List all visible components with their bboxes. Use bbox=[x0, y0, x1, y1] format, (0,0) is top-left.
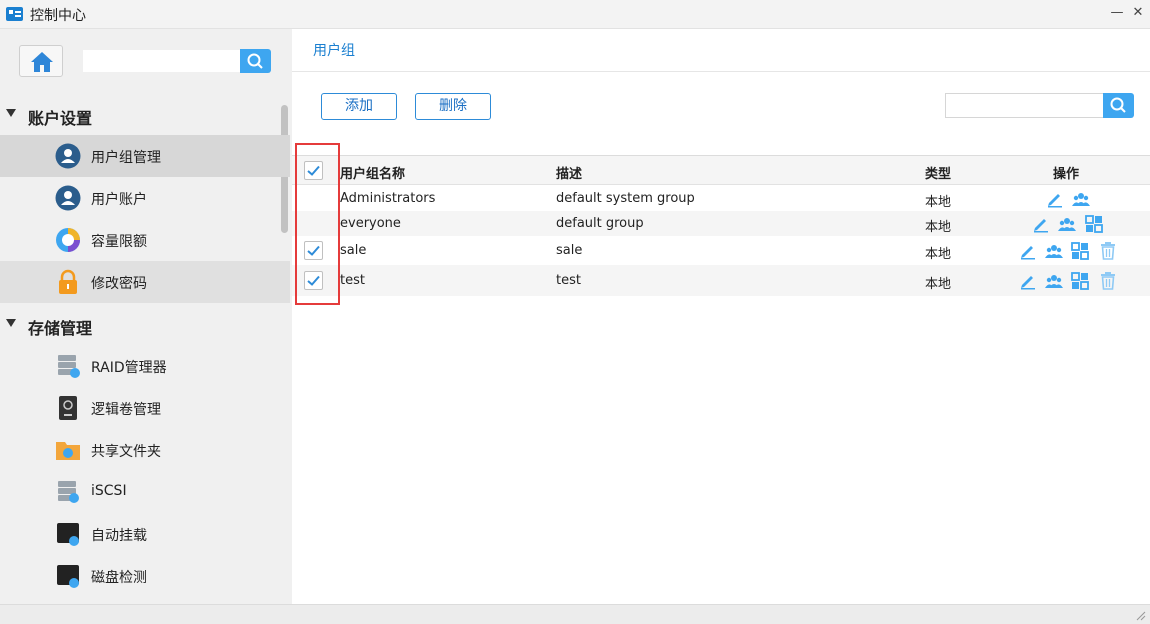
sidebar-item-label: iSCSI bbox=[91, 483, 127, 499]
group-type: 本地 bbox=[925, 195, 952, 210]
sidebar-search-button[interactable] bbox=[240, 49, 271, 73]
sidebar-item-label: 磁盘检测 bbox=[91, 570, 147, 586]
raid-icon bbox=[58, 355, 80, 378]
divider bbox=[292, 71, 1150, 72]
iscsi-icon bbox=[58, 481, 79, 503]
sidebar-item-label: 用户组管理 bbox=[91, 150, 161, 166]
control-center-icon bbox=[6, 7, 23, 21]
shared-folder-icon bbox=[56, 442, 80, 460]
delete-button[interactable]: 删除 bbox=[415, 93, 491, 120]
page-title: 用户组 bbox=[313, 43, 355, 59]
sidebar-item-label: 容量限额 bbox=[91, 234, 147, 250]
group-description: sale bbox=[556, 243, 583, 258]
sidebar-item-iscsi[interactable]: iSCSI bbox=[0, 471, 290, 513]
checkbox-highlight-box bbox=[295, 143, 340, 305]
collapse-triangle-icon bbox=[6, 319, 16, 327]
sidebar-item-quota[interactable]: 容量限额 bbox=[0, 219, 290, 261]
group-description: default system group bbox=[556, 191, 695, 206]
sidebar-item-label: 修改密码 bbox=[91, 276, 147, 292]
sidebar-item-logical-volume[interactable]: 逻辑卷管理 bbox=[0, 387, 290, 429]
sidebar: 账户设置 用户组管理 用户账户 容量限额 修改密码 存储管理 RAID管理器 逻… bbox=[0, 29, 292, 604]
user-group-icon bbox=[55, 143, 81, 169]
group-search-input[interactable] bbox=[945, 93, 1103, 118]
close-icon[interactable]: ✕ bbox=[1129, 4, 1147, 22]
edit-icon[interactable] bbox=[1032, 215, 1050, 233]
table-header: 用户组名称 描述 类型 操作 bbox=[292, 155, 1150, 185]
column-header-type[interactable]: 类型 bbox=[925, 163, 951, 182]
lvm-icon bbox=[59, 396, 77, 420]
group-description: default group bbox=[556, 216, 644, 231]
permissions-icon[interactable] bbox=[1085, 215, 1103, 233]
title-bar: 控制中心 — ✕ bbox=[0, 0, 1150, 29]
quota-pie-icon bbox=[56, 228, 80, 252]
sidebar-item-label: 用户账户 bbox=[91, 192, 147, 208]
column-header-description[interactable]: 描述 bbox=[556, 163, 582, 182]
lock-icon bbox=[59, 269, 77, 294]
add-button[interactable]: 添加 bbox=[321, 93, 397, 120]
collapse-triangle-icon bbox=[6, 109, 16, 117]
permissions-icon[interactable] bbox=[1071, 242, 1089, 260]
table-row[interactable]: sale sale 本地 bbox=[292, 236, 1150, 265]
sidebar-item-raid-manager[interactable]: RAID管理器 bbox=[0, 345, 290, 387]
group-name: sale bbox=[340, 243, 367, 258]
group-description: test bbox=[556, 273, 581, 288]
window-title: 控制中心 bbox=[30, 8, 86, 24]
sidebar-item-disk-check[interactable]: 磁盘检测 bbox=[0, 555, 290, 597]
status-bar bbox=[0, 604, 1150, 624]
sidebar-item-label: 逻辑卷管理 bbox=[91, 402, 161, 418]
table-row[interactable]: Administrators default system group 本地 bbox=[292, 186, 1150, 211]
trash-icon[interactable] bbox=[1099, 272, 1117, 290]
group-name: Administrators bbox=[340, 191, 436, 206]
permissions-icon[interactable] bbox=[1071, 272, 1089, 290]
edit-icon[interactable] bbox=[1046, 190, 1064, 208]
section-storage-management[interactable]: 存储管理 bbox=[0, 305, 290, 345]
sidebar-item-auto-mount[interactable]: 自动挂载 bbox=[0, 513, 290, 555]
edit-icon[interactable] bbox=[1019, 272, 1037, 290]
table-row[interactable]: everyone default group 本地 bbox=[292, 211, 1150, 236]
resize-grip-icon[interactable] bbox=[1134, 609, 1146, 621]
group-search-button[interactable] bbox=[1103, 93, 1134, 118]
sidebar-item-change-password[interactable]: 修改密码 bbox=[0, 261, 290, 303]
trash-icon[interactable] bbox=[1099, 242, 1117, 260]
group-name: test bbox=[340, 273, 365, 288]
column-header-actions: 操作 bbox=[1053, 167, 1080, 182]
search-icon bbox=[247, 53, 263, 69]
section-label: 账户设置 bbox=[28, 109, 93, 128]
table-row[interactable]: test test 本地 bbox=[292, 265, 1150, 296]
disk-check-icon bbox=[57, 565, 79, 588]
search-icon bbox=[1110, 97, 1126, 113]
group-type: 本地 bbox=[925, 247, 952, 262]
sidebar-item-label: RAID管理器 bbox=[91, 360, 167, 376]
edit-icon[interactable] bbox=[1019, 242, 1037, 260]
members-icon[interactable] bbox=[1045, 242, 1063, 260]
minimize-icon[interactable]: — bbox=[1108, 4, 1126, 22]
sidebar-item-user-group-management[interactable]: 用户组管理 bbox=[0, 135, 290, 177]
sidebar-item-label: 共享文件夹 bbox=[91, 444, 161, 460]
sidebar-item-shared-folder[interactable]: 共享文件夹 bbox=[0, 429, 290, 471]
sidebar-search-input[interactable] bbox=[83, 50, 241, 72]
sidebar-item-label: 自动挂载 bbox=[91, 528, 147, 544]
group-name: everyone bbox=[340, 216, 401, 231]
members-icon[interactable] bbox=[1058, 215, 1076, 233]
home-button[interactable] bbox=[19, 45, 63, 77]
section-account-settings[interactable]: 账户设置 bbox=[0, 95, 290, 135]
home-icon bbox=[31, 52, 53, 72]
members-icon[interactable] bbox=[1072, 190, 1090, 208]
group-type: 本地 bbox=[925, 220, 952, 235]
auto-mount-icon bbox=[57, 523, 79, 546]
section-label: 存储管理 bbox=[28, 319, 93, 338]
column-header-name[interactable]: 用户组名称 bbox=[340, 163, 405, 182]
user-account-icon bbox=[55, 185, 81, 211]
sidebar-item-user-account[interactable]: 用户账户 bbox=[0, 177, 290, 219]
main-panel: 用户组 添加 删除 用户组名称 描述 类型 操作 Administrators … bbox=[292, 29, 1150, 604]
group-type: 本地 bbox=[925, 277, 952, 292]
members-icon[interactable] bbox=[1045, 272, 1063, 290]
